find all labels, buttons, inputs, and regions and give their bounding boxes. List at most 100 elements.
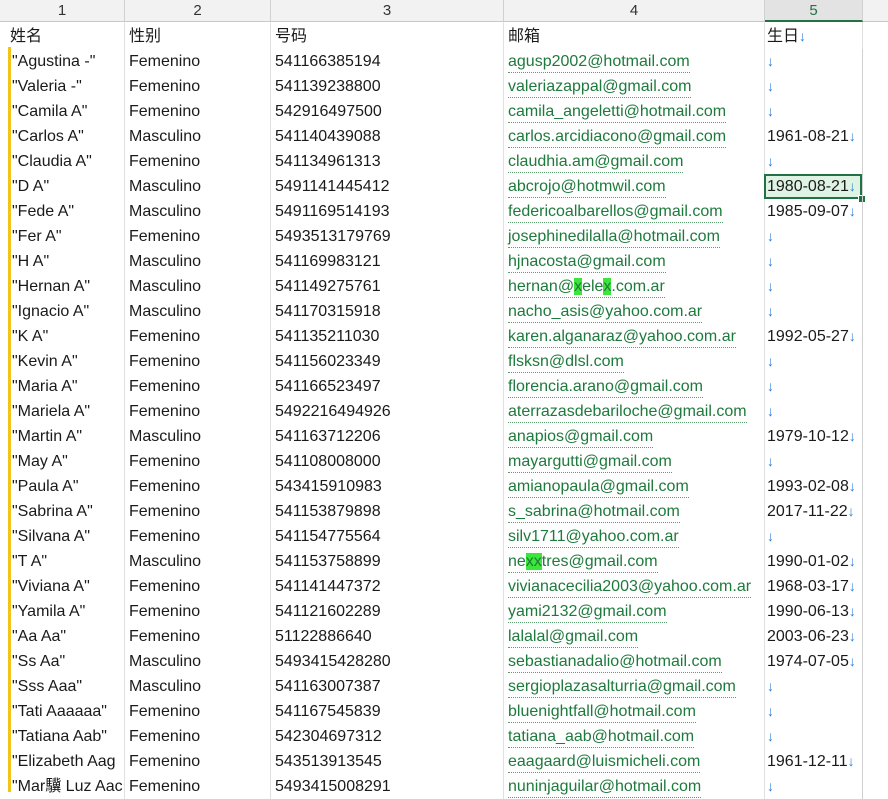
cell-name[interactable]: "T A"	[0, 549, 125, 574]
cell-birthday[interactable]: ↓	[765, 49, 863, 74]
cell-phone[interactable]: 543513913545	[271, 749, 504, 774]
cell-gender[interactable]: Femenino	[125, 699, 271, 724]
cell-gender[interactable]: Femenino	[125, 49, 271, 74]
cell-email[interactable]: valeriazappal@gmail.com	[504, 74, 765, 99]
cell-birthday[interactable]: ↓	[765, 99, 863, 124]
cell-name[interactable]: "Claudia A"	[0, 149, 125, 174]
email-link[interactable]: josephinedilalla@hotmail.com	[508, 227, 720, 248]
cell-phone[interactable]: 541163007387	[271, 674, 504, 699]
cell-phone[interactable]: 541153758899	[271, 549, 504, 574]
cell-email[interactable]: s_sabrina@hotmail.com	[504, 499, 765, 524]
email-link[interactable]: amianopaula@gmail.com	[508, 477, 689, 498]
cell-birthday[interactable]: 1968-03-17↓	[765, 574, 863, 599]
cell-birthday[interactable]: 1961-12-11↓	[765, 749, 863, 774]
cell-email[interactable]: karen.alganaraz@yahoo.com.ar	[504, 324, 765, 349]
cell-name[interactable]: "Yamila A"	[0, 599, 125, 624]
cell-phone[interactable]: 541149275761	[271, 274, 504, 299]
cell-birthday[interactable]: 1990-01-02↓	[765, 549, 863, 574]
cell-gender[interactable]: Femenino	[125, 574, 271, 599]
cell-birthday[interactable]: 1979-10-12↓	[765, 424, 863, 449]
cell-gender[interactable]: Femenino	[125, 324, 271, 349]
cell-gender[interactable]: Femenino	[125, 499, 271, 524]
email-link[interactable]: hernan@xelex.com.ar	[508, 277, 665, 298]
cell-birthday[interactable]: ↓	[765, 274, 863, 299]
cell-email[interactable]: carlos.arcidiacono@gmail.com	[504, 124, 765, 149]
cell-gender[interactable]: Femenino	[125, 524, 271, 549]
cell-email[interactable]: abcrojo@hotmwil.com	[504, 174, 765, 199]
cell-name[interactable]: "Fede A"	[0, 199, 125, 224]
email-link[interactable]: carlos.arcidiacono@gmail.com	[508, 127, 727, 148]
cell-email[interactable]: yami2132@gmail.com	[504, 599, 765, 624]
cell-phone[interactable]: 541139238800	[271, 74, 504, 99]
cell-gender[interactable]: Masculino	[125, 249, 271, 274]
cell-email[interactable]: josephinedilalla@hotmail.com	[504, 224, 765, 249]
email-link[interactable]: federicoalbarellos@gmail.com	[508, 202, 723, 223]
cell-birthday[interactable]: ↓	[765, 299, 863, 324]
cell-gender[interactable]: Femenino	[125, 474, 271, 499]
cell-birthday[interactable]: 2017-11-22↓	[765, 499, 863, 524]
cell-email[interactable]: sergioplazasalturria@gmail.com	[504, 674, 765, 699]
cell-email[interactable]: florencia.arano@gmail.com	[504, 374, 765, 399]
column-header-2[interactable]: 2	[125, 0, 271, 22]
cell-name[interactable]: "Hernan A"	[0, 274, 125, 299]
cell-email[interactable]: lalalal@gmail.com	[504, 624, 765, 649]
cell-name[interactable]: "Tati Aaaaaa"	[0, 699, 125, 724]
cell-phone[interactable]: 5491141445412	[271, 174, 504, 199]
email-link[interactable]: yami2132@gmail.com	[508, 602, 667, 623]
cell-gender[interactable]: Masculino	[125, 174, 271, 199]
cell-phone[interactable]: 541141447372	[271, 574, 504, 599]
cell-gender[interactable]: Femenino	[125, 449, 271, 474]
email-link[interactable]: abcrojo@hotmwil.com	[508, 177, 666, 198]
cell-birthday[interactable]: ↓	[765, 149, 863, 174]
cell-name[interactable]: "Elizabeth Aag	[0, 749, 125, 774]
email-link[interactable]: s_sabrina@hotmail.com	[508, 502, 680, 523]
cell-gender[interactable]: Femenino	[125, 599, 271, 624]
cell-email[interactable]: amianopaula@gmail.com	[504, 474, 765, 499]
cell-email[interactable]: nuninjaguilar@hotmail.com	[504, 774, 765, 799]
cell-birthday[interactable]: 1993-02-08↓	[765, 474, 863, 499]
cell-name[interactable]: "Valeria -"	[0, 74, 125, 99]
email-link[interactable]: nacho_asis@yahoo.com.ar	[508, 302, 703, 323]
cell-name[interactable]: "May A"	[0, 449, 125, 474]
cell-phone[interactable]: 541166523497	[271, 374, 504, 399]
cell-email[interactable]: vivianacecilia2003@yahoo.com.ar	[504, 574, 765, 599]
cell-birthday[interactable]: 1980-08-21↓	[765, 174, 863, 199]
cell-birthday[interactable]: 1992-05-27↓	[765, 324, 863, 349]
cell-phone[interactable]: 541167545839	[271, 699, 504, 724]
cell-gender[interactable]: Femenino	[125, 99, 271, 124]
cell-email[interactable]: bluenightfall@hotmail.com	[504, 699, 765, 724]
cell-phone[interactable]: 541108008000	[271, 449, 504, 474]
header-gender[interactable]: 性别	[125, 24, 271, 49]
cell-name[interactable]: "D A"	[0, 174, 125, 199]
header-phone[interactable]: 号码	[271, 24, 504, 49]
cell-email[interactable]: silv1711@yahoo.com.ar	[504, 524, 765, 549]
cell-phone[interactable]: 541169983121	[271, 249, 504, 274]
cell-email[interactable]: anapios@gmail.com	[504, 424, 765, 449]
email-link[interactable]: karen.alganaraz@yahoo.com.ar	[508, 327, 736, 348]
cell-name[interactable]: "Ignacio A"	[0, 299, 125, 324]
cell-gender[interactable]: Femenino	[125, 774, 271, 799]
cell-gender[interactable]: Masculino	[125, 674, 271, 699]
cell-email[interactable]: nacho_asis@yahoo.com.ar	[504, 299, 765, 324]
cell-phone[interactable]: 5493415428280	[271, 649, 504, 674]
cell-birthday[interactable]: 1990-06-13↓	[765, 599, 863, 624]
cell-name[interactable]: "Fer A"	[0, 224, 125, 249]
cell-gender[interactable]: Femenino	[125, 349, 271, 374]
cell-birthday[interactable]: ↓	[765, 774, 863, 799]
cell-email[interactable]: aterrazasdebariloche@gmail.com	[504, 399, 765, 424]
header-name[interactable]: 姓名	[0, 24, 125, 49]
cell-name[interactable]: "Sss Aaa"	[0, 674, 125, 699]
cell-phone[interactable]: 5491169514193	[271, 199, 504, 224]
cell-name[interactable]: "Maria A"	[0, 374, 125, 399]
cell-phone[interactable]: 542304697312	[271, 724, 504, 749]
cell-gender[interactable]: Masculino	[125, 549, 271, 574]
cell-gender[interactable]: Femenino	[125, 224, 271, 249]
cell-birthday[interactable]: ↓	[765, 449, 863, 474]
header-email[interactable]: 邮箱	[504, 24, 765, 49]
email-link[interactable]: bluenightfall@hotmail.com	[508, 702, 696, 723]
cell-gender[interactable]: Femenino	[125, 149, 271, 174]
email-link[interactable]: sergioplazasalturria@gmail.com	[508, 677, 736, 698]
email-link[interactable]: eaagaard@luismicheli.com	[508, 752, 701, 773]
header-birthday[interactable]: 生日↓	[765, 24, 863, 49]
cell-gender[interactable]: Masculino	[125, 199, 271, 224]
